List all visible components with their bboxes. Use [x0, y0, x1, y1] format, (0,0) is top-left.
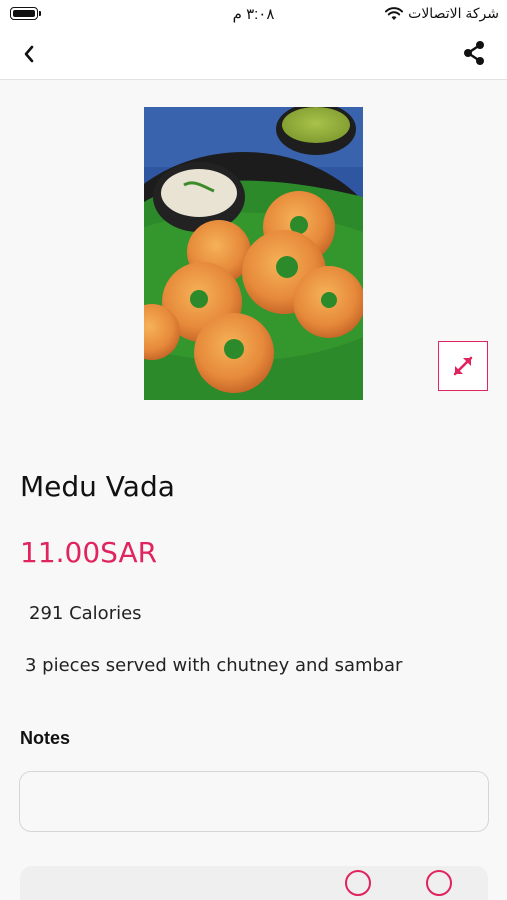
carrier-name: شركة الاتصالات — [408, 5, 499, 21]
quantity-increase-button[interactable] — [426, 870, 452, 896]
notes-field[interactable] — [19, 771, 489, 832]
nav-bar — [0, 28, 507, 80]
quantity-decrease-button[interactable] — [345, 870, 371, 896]
share-icon — [464, 41, 484, 65]
expand-image-button[interactable] — [438, 341, 488, 391]
expand-arrows-icon — [453, 356, 473, 376]
dish-price: 11.00SAR — [20, 536, 158, 569]
share-button[interactable] — [459, 38, 489, 68]
dish-description: 3 pieces served with chutney and sambar — [25, 655, 403, 676]
dish-name: Medu Vada — [20, 470, 175, 503]
bottom-action-card — [20, 866, 488, 900]
wifi-icon — [385, 6, 404, 21]
status-bar: ٣:٠٨ م شركة الاتصالات — [0, 0, 507, 28]
carrier-group: شركة الاتصالات — [385, 5, 499, 22]
dish-photo[interactable] — [144, 107, 363, 400]
dish-photo-illustration — [144, 107, 363, 400]
chevron-left-icon — [24, 45, 34, 63]
notes-label: Notes — [20, 728, 71, 748]
back-button[interactable] — [14, 40, 44, 68]
calories-text: 291 Calories — [29, 603, 142, 624]
